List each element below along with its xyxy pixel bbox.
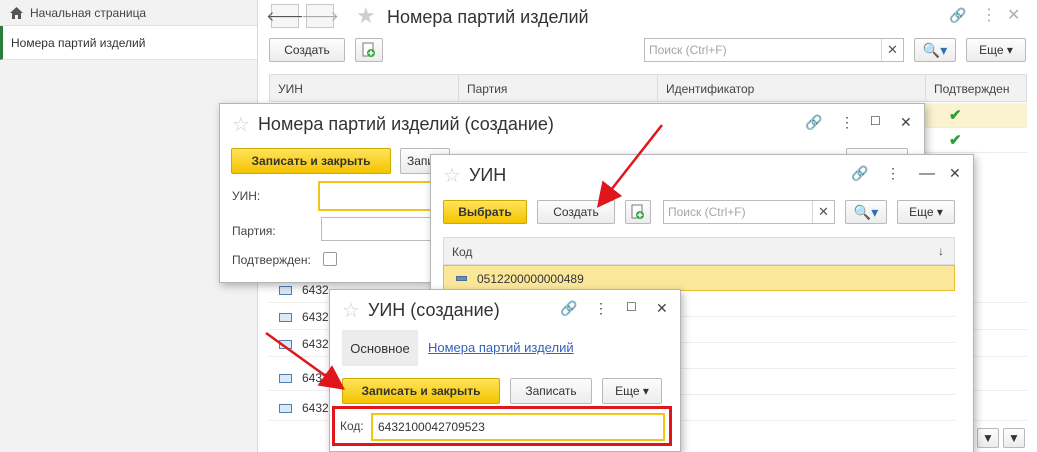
- uin-label: УИН:: [232, 189, 261, 203]
- column-header-confirmed[interactable]: Подтвержден: [934, 82, 1009, 96]
- code-field[interactable]: 6432100042709523: [371, 413, 665, 441]
- batch-label: Партия:: [232, 224, 276, 238]
- column-header-code[interactable]: Код: [452, 245, 472, 259]
- maximize-icon[interactable]: ☐: [626, 300, 637, 314]
- link-batch-numbers[interactable]: Номера партий изделий: [428, 340, 574, 355]
- close-icon[interactable]: ✕: [949, 165, 961, 182]
- row-uin: 6432: [302, 401, 329, 415]
- more-button[interactable]: Еще ▾: [966, 38, 1026, 62]
- favorite-star-icon[interactable]: ☆: [232, 115, 250, 135]
- table-header: Код ↓: [443, 237, 955, 265]
- scroll-down-button[interactable]: ▼: [977, 428, 999, 448]
- more-label: Еще: [615, 384, 640, 398]
- favorite-star-icon[interactable]: ☆: [342, 301, 360, 321]
- create-button[interactable]: Создать: [537, 200, 615, 224]
- sidebar-item-home[interactable]: Начальная страница: [0, 0, 257, 26]
- minimize-icon[interactable]: —: [919, 165, 935, 183]
- close-icon[interactable]: ✕: [656, 300, 668, 317]
- search-placeholder: Поиск (Ctrl+F): [649, 43, 727, 57]
- list-item-selected[interactable]: 0512200000000489: [443, 265, 955, 291]
- link-icon[interactable]: 🔗: [949, 7, 966, 24]
- scroll-end-button[interactable]: ▼: [1003, 428, 1025, 448]
- search-button[interactable]: 🔍▾: [845, 200, 887, 224]
- dialog-uin-create: ☆ УИН (создание) 🔗 ⋮ ☐ ✕ Основное Номера…: [329, 289, 681, 452]
- arrow-left-icon: 🡐: [266, 7, 304, 24]
- check-icon: ✔: [949, 132, 962, 149]
- back-button[interactable]: 🡐: [266, 4, 304, 28]
- more-vertical-icon[interactable]: ⋮: [840, 114, 854, 131]
- copy-icon: [362, 42, 375, 57]
- copy-button[interactable]: [355, 38, 383, 62]
- table-header: УИН Партия Идентификатор Подтвержден: [269, 74, 1027, 102]
- sidebar-item-label: Начальная страница: [30, 5, 147, 20]
- tab-main[interactable]: Основное: [342, 330, 418, 366]
- more-button[interactable]: Еще ▾: [602, 378, 662, 404]
- row-uin: 6432: [302, 337, 329, 351]
- row-uin: 6432: [302, 283, 329, 297]
- more-vertical-icon[interactable]: ⋮: [981, 5, 997, 25]
- dialog-title: УИН: [468, 165, 507, 185]
- select-button[interactable]: Выбрать: [443, 200, 527, 224]
- more-vertical-icon[interactable]: ⋮: [594, 300, 608, 317]
- row-uin: 6432: [302, 371, 329, 385]
- forward-button[interactable]: 🡒: [301, 4, 339, 28]
- row-uin: 6432: [302, 310, 329, 324]
- copy-button[interactable]: [625, 200, 651, 224]
- column-header-uin[interactable]: УИН: [278, 82, 303, 96]
- chevron-down-icon: ▼: [982, 431, 994, 445]
- dialog-title: УИН (создание): [367, 300, 500, 320]
- favorite-star-icon[interactable]: ★: [356, 5, 376, 27]
- create-button[interactable]: Создать: [269, 38, 345, 62]
- chevron-down-icon: ▾: [642, 384, 649, 398]
- link-icon[interactable]: 🔗: [805, 114, 822, 131]
- chevron-down-icon: ▾: [936, 205, 943, 219]
- row-item-icon: [456, 276, 467, 281]
- page-title: Номера партий изделий: [387, 7, 589, 27]
- save-close-button[interactable]: Записать и закрыть: [342, 378, 500, 404]
- search-input[interactable]: Поиск (Ctrl+F) ✕: [663, 200, 835, 224]
- row-code: 0512200000000489: [477, 272, 584, 286]
- dialog-title: Номера партий изделий (создание): [257, 114, 554, 134]
- more-button[interactable]: Еще ▾: [897, 200, 955, 224]
- search-icon: 🔍▾: [922, 41, 948, 58]
- code-label: Код:: [340, 419, 364, 433]
- more-label: Еще: [979, 43, 1004, 57]
- search-input[interactable]: Поиск (Ctrl+F) ✕: [644, 38, 904, 62]
- row-item-icon: [279, 286, 292, 295]
- maximize-icon[interactable]: ☐: [870, 114, 881, 128]
- more-label: Еще: [909, 205, 934, 219]
- row-item-icon: [279, 404, 292, 413]
- save-close-button[interactable]: Записать и закрыть: [231, 148, 391, 174]
- chevron-down-icon: ▾: [1006, 43, 1013, 57]
- confirmed-label: Подтвержден:: [232, 253, 311, 267]
- write-button[interactable]: Записать: [510, 378, 592, 404]
- search-button[interactable]: 🔍▾: [914, 38, 956, 62]
- copy-icon: [631, 204, 644, 219]
- check-icon: ✔: [949, 107, 962, 124]
- clear-search-icon[interactable]: ✕: [812, 201, 834, 223]
- favorite-star-icon[interactable]: ☆: [443, 166, 461, 186]
- sort-desc-icon[interactable]: ↓: [938, 244, 944, 258]
- arrow-right-icon: 🡒: [301, 7, 339, 24]
- sidebar-item-label: Номера партий изделий: [11, 35, 146, 50]
- search-icon: 🔍▾: [853, 203, 879, 220]
- row-item-icon: [279, 313, 292, 322]
- home-icon: [10, 6, 23, 19]
- close-icon[interactable]: ✕: [900, 114, 912, 131]
- link-icon[interactable]: 🔗: [560, 300, 577, 317]
- column-header-batch[interactable]: Партия: [467, 82, 507, 96]
- confirmed-checkbox[interactable]: [323, 252, 337, 266]
- column-header-identifier[interactable]: Идентификатор: [666, 82, 754, 96]
- row-item-icon: [279, 340, 292, 349]
- more-vertical-icon[interactable]: ⋮: [886, 165, 900, 182]
- chevron-bottom-icon: ▼: [1008, 431, 1020, 445]
- row-item-icon: [279, 374, 292, 383]
- link-icon[interactable]: 🔗: [851, 165, 868, 182]
- search-placeholder: Поиск (Ctrl+F): [668, 205, 746, 219]
- clear-search-icon[interactable]: ✕: [881, 39, 903, 61]
- sidebar-item-batch-numbers[interactable]: Номера партий изделий: [0, 26, 257, 60]
- close-icon[interactable]: ✕: [1007, 5, 1020, 25]
